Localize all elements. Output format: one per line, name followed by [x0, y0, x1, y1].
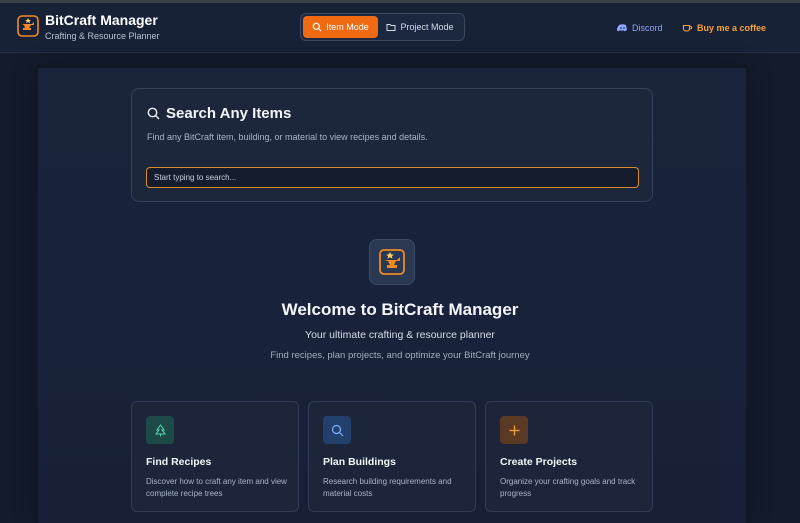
search-title: Search Any Items	[166, 105, 292, 122]
tree-icon-box	[146, 416, 174, 444]
item-mode-label: Item Mode	[326, 22, 369, 32]
hero-logo	[369, 239, 415, 285]
plus-icon-box	[500, 416, 528, 444]
anvil-logo-icon	[379, 249, 405, 275]
discord-icon	[617, 24, 627, 32]
app-subtitle: Crafting & Resource Planner	[45, 31, 160, 41]
coffee-label: Buy me a coffee	[697, 22, 767, 33]
folder-icon	[386, 24, 396, 31]
search-card: Search Any Items Find any BitCraft item,…	[131, 88, 653, 202]
item-mode-button[interactable]: Item Mode	[303, 16, 378, 38]
search-heading: Search Any Items	[147, 105, 291, 122]
feature-description: Research building requirements and mater…	[323, 477, 452, 498]
anvil-logo-icon	[17, 15, 39, 37]
app-title: BitCraft Manager	[45, 12, 158, 28]
project-mode-button[interactable]: Project Mode	[378, 16, 462, 38]
feature-card-create-projects[interactable]: Create Projects Organize your crafting g…	[485, 401, 653, 512]
search-icon-box	[323, 416, 351, 444]
feature-card-plan-buildings[interactable]: Plan Buildings Research building require…	[308, 401, 476, 512]
welcome-subtitle: Your ultimate crafting & resource planne…	[305, 329, 495, 341]
plus-icon	[509, 425, 519, 435]
app-header: BitCraft Manager Crafting & Resource Pla…	[0, 3, 800, 53]
welcome-title: Welcome to BitCraft Manager	[281, 300, 519, 319]
project-mode-label: Project Mode	[400, 22, 454, 32]
feature-title: Plan Buildings	[323, 456, 396, 468]
search-icon	[331, 424, 343, 436]
buy-me-coffee-link[interactable]: Buy me a coffee	[682, 22, 766, 33]
feature-title: Create Projects	[500, 456, 578, 468]
discord-link[interactable]: Discord	[617, 22, 663, 33]
welcome-description: Find recipes, plan projects, and optimiz…	[270, 350, 530, 361]
feature-description: Discover how to craft any item and view …	[146, 477, 287, 498]
search-icon	[312, 22, 322, 32]
search-input[interactable]	[146, 167, 639, 188]
feature-description: Organize your crafting goals and track p…	[500, 477, 636, 498]
feature-card-find-recipes[interactable]: Find Recipes Discover how to craft any i…	[131, 401, 299, 512]
tree-icon	[154, 423, 166, 436]
coffee-cup-icon	[682, 24, 693, 32]
search-description: Find any BitCraft item, building, or mat…	[147, 132, 428, 142]
mode-switch: Item Mode Project Mode	[300, 13, 465, 41]
search-icon	[147, 107, 160, 120]
brand[interactable]: BitCraft Manager Crafting & Resource Pla…	[17, 12, 160, 42]
feature-title: Find Recipes	[146, 456, 212, 468]
discord-label: Discord	[632, 22, 663, 33]
